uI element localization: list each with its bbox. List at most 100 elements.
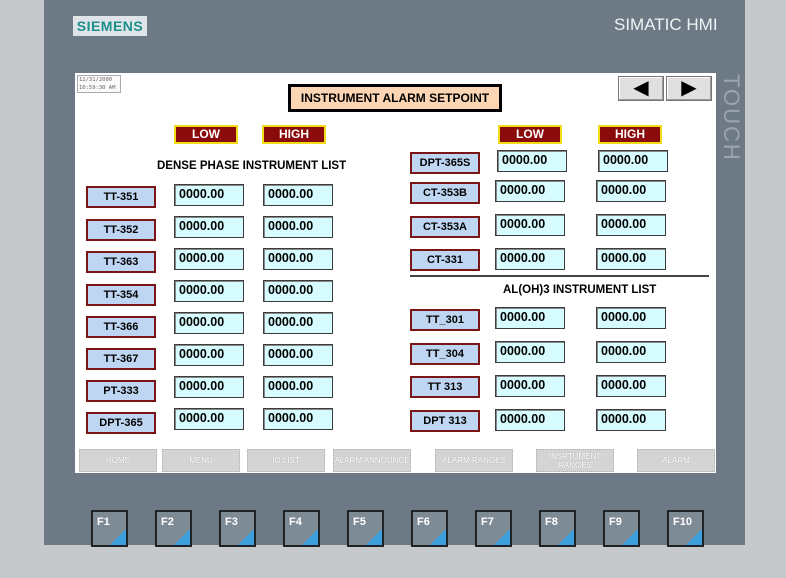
back-arrow-button[interactable]: ◀: [618, 76, 664, 101]
high-setpoint-input[interactable]: 0000.00: [596, 307, 666, 329]
low-setpoint-input[interactable]: 0000.00: [174, 248, 244, 270]
left-low-header: LOW: [174, 125, 238, 144]
model-label: SIMATIC HMI: [614, 15, 718, 34]
tag-label: PT-333: [86, 380, 156, 402]
high-setpoint-input[interactable]: 0000.00: [263, 344, 333, 366]
high-setpoint-input[interactable]: 0000.00: [263, 312, 333, 334]
f6-key[interactable]: F6: [411, 510, 448, 547]
low-setpoint-input[interactable]: 0000.00: [495, 307, 565, 329]
low-setpoint-input[interactable]: 0000.00: [495, 214, 565, 236]
tag-label: DPT-365S: [410, 152, 480, 174]
high-setpoint-input[interactable]: 0000.00: [263, 184, 333, 206]
fkey-label: F3: [225, 516, 238, 528]
low-setpoint-input[interactable]: 0000.00: [174, 408, 244, 430]
high-setpoint-input[interactable]: 0000.00: [263, 280, 333, 302]
corner-triangle-icon: [622, 529, 638, 545]
forward-arrow-button[interactable]: ▶: [666, 76, 712, 101]
tag-label: CT-353B: [410, 182, 480, 204]
right-low-header: LOW: [498, 125, 562, 144]
f7-key[interactable]: F7: [475, 510, 512, 547]
alarm-ranges-button[interactable]: ALARM RANGES: [435, 449, 513, 472]
high-setpoint-input[interactable]: 0000.00: [263, 408, 333, 430]
low-setpoint-input[interactable]: 0000.00: [174, 344, 244, 366]
low-setpoint-input[interactable]: 0000.00: [495, 248, 565, 270]
date-text: 12/31/2000: [79, 77, 113, 83]
f9-key[interactable]: F9: [603, 510, 640, 547]
low-setpoint-input[interactable]: 0000.00: [174, 312, 244, 334]
left-high-header: HIGH: [262, 125, 326, 144]
corner-triangle-icon: [494, 529, 510, 545]
touch-label: TOUCH: [719, 74, 744, 162]
alarm-announce-button[interactable]: ALARM ANNOUNCE: [333, 449, 411, 472]
aloh3-title: AL(OH)3 INSTRUMENT LIST: [503, 284, 657, 296]
tag-label: CT-353A: [410, 216, 480, 238]
low-setpoint-input[interactable]: 0000.00: [174, 376, 244, 398]
low-setpoint-input[interactable]: 0000.00: [495, 341, 565, 363]
time-text: 10:59:30 AM: [79, 85, 116, 91]
low-setpoint-input[interactable]: 0000.00: [495, 409, 565, 431]
tag-label: TT-354: [86, 284, 156, 306]
f5-key[interactable]: F5: [347, 510, 384, 547]
high-setpoint-input[interactable]: 0000.00: [263, 248, 333, 270]
high-setpoint-input[interactable]: 0000.00: [598, 150, 668, 172]
corner-triangle-icon: [110, 529, 126, 545]
corner-triangle-icon: [430, 529, 446, 545]
corner-triangle-icon: [366, 529, 382, 545]
tag-label: CT-331: [410, 249, 480, 271]
low-setpoint-input[interactable]: 0000.00: [497, 150, 567, 172]
fkey-label: F8: [545, 516, 558, 528]
hmi-screen: 12/31/2000 10:59:30 AM INSTRUMENT ALARM …: [75, 73, 716, 473]
section-divider: [410, 275, 709, 277]
f2-key[interactable]: F2: [155, 510, 192, 547]
home-button[interactable]: HOME: [79, 449, 157, 472]
io-list-button[interactable]: IO LIST: [247, 449, 325, 472]
corner-triangle-icon: [238, 529, 254, 545]
fkey-label: F1: [97, 516, 110, 528]
high-setpoint-input[interactable]: 0000.00: [596, 341, 666, 363]
f8-key[interactable]: F8: [539, 510, 576, 547]
tag-label: TT-352: [86, 219, 156, 241]
tag-label: TT 313: [410, 376, 480, 398]
f1-key[interactable]: F1: [91, 510, 128, 547]
fkey-label: F10: [673, 516, 692, 528]
tag-label: DPT-365: [86, 412, 156, 434]
low-setpoint-input[interactable]: 0000.00: [174, 280, 244, 302]
f3-key[interactable]: F3: [219, 510, 256, 547]
low-setpoint-input[interactable]: 0000.00: [495, 180, 565, 202]
f4-key[interactable]: F4: [283, 510, 320, 547]
brand-logo: SIEMENS: [73, 16, 147, 36]
fkey-label: F4: [289, 516, 302, 528]
low-setpoint-input[interactable]: 0000.00: [495, 375, 565, 397]
tag-label: DPT 313: [410, 410, 480, 432]
high-setpoint-input[interactable]: 0000.00: [263, 376, 333, 398]
low-setpoint-input[interactable]: 0000.00: [174, 216, 244, 238]
high-setpoint-input[interactable]: 0000.00: [596, 375, 666, 397]
corner-triangle-icon: [558, 529, 574, 545]
right-high-header: HIGH: [598, 125, 662, 144]
high-setpoint-input[interactable]: 0000.00: [596, 248, 666, 270]
dense-phase-title: DENSE PHASE INSTRUMENT LIST: [157, 160, 347, 172]
high-setpoint-input[interactable]: 0000.00: [596, 214, 666, 236]
high-setpoint-input[interactable]: 0000.00: [596, 180, 666, 202]
corner-triangle-icon: [174, 529, 190, 545]
page-title: INSTRUMENT ALARM SETPOINT: [288, 84, 502, 112]
instrument-ranges-button[interactable]: INSRTUMENT RANGES: [536, 449, 614, 472]
low-setpoint-input[interactable]: 0000.00: [174, 184, 244, 206]
fkey-label: F9: [609, 516, 622, 528]
menu-button[interactable]: MENU: [162, 449, 240, 472]
fkey-label: F2: [161, 516, 174, 528]
f10-key[interactable]: F10: [667, 510, 704, 547]
tag-label: TT_304: [410, 343, 480, 365]
tag-label: TT-367: [86, 348, 156, 370]
corner-triangle-icon: [686, 529, 702, 545]
corner-triangle-icon: [302, 529, 318, 545]
alarm-button[interactable]: ALARM: [637, 449, 715, 472]
high-setpoint-input[interactable]: 0000.00: [263, 216, 333, 238]
tag-label: TT-366: [86, 316, 156, 338]
high-setpoint-input[interactable]: 0000.00: [596, 409, 666, 431]
fkey-label: F7: [481, 516, 494, 528]
date-time-display: 12/31/2000 10:59:30 AM: [77, 75, 121, 93]
fkey-label: F5: [353, 516, 366, 528]
tag-label: TT-363: [86, 251, 156, 273]
tag-label: TT-351: [86, 186, 156, 208]
